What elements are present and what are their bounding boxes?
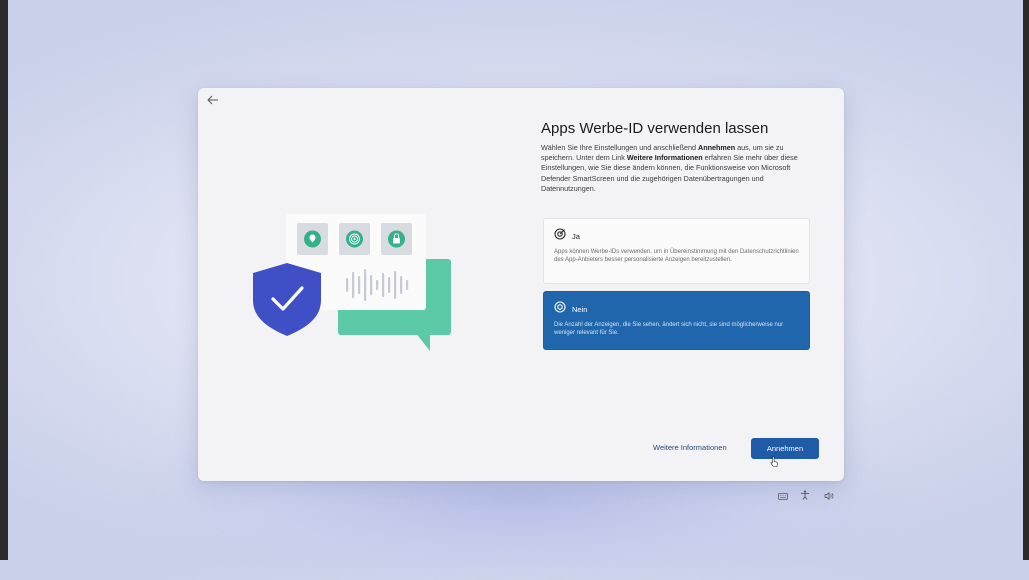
option-label: Nein [572,304,588,314]
accept-button[interactable]: Annehmen [751,438,819,459]
back-button[interactable] [204,94,222,108]
page-title: Apps Werbe-ID verwenden lassen [541,120,769,137]
page-description: Wählen Sie Ihre Einstellungen und anschl… [541,143,798,193]
more-info-link[interactable]: Weitere Informationen [653,443,727,452]
mouse-cursor-icon [770,455,778,467]
shield-icon [253,263,321,336]
oobe-dialog: Apps Werbe-ID verwenden lassen Wählen Si… [198,88,844,481]
screen-border-left [0,0,8,560]
option-description: Die Anzahl der Anzeigen, die Sie sehen, … [554,322,784,337]
volume-icon [824,487,834,505]
option-description: Apps können Werbe-IDs verwenden, um in Ü… [554,249,799,264]
option-label: Ja [572,231,580,241]
option-nein[interactable]: Nein Die Anzahl der Anzeigen, die Sie se… [543,291,810,350]
option-ja[interactable]: Ja Apps können Werbe-IDs verwenden, um i… [543,218,810,284]
radio-target-icon [554,227,566,245]
accessibility-icon [800,487,810,505]
back-arrow-icon [207,92,219,110]
screen-border-right [1023,0,1029,560]
keyboard-button[interactable] [776,490,790,502]
volume-button[interactable] [822,490,836,502]
privacy-illustration [250,214,460,354]
radio-target-icon [554,300,566,318]
accessibility-button[interactable] [798,490,812,502]
keyboard-icon [778,487,788,505]
